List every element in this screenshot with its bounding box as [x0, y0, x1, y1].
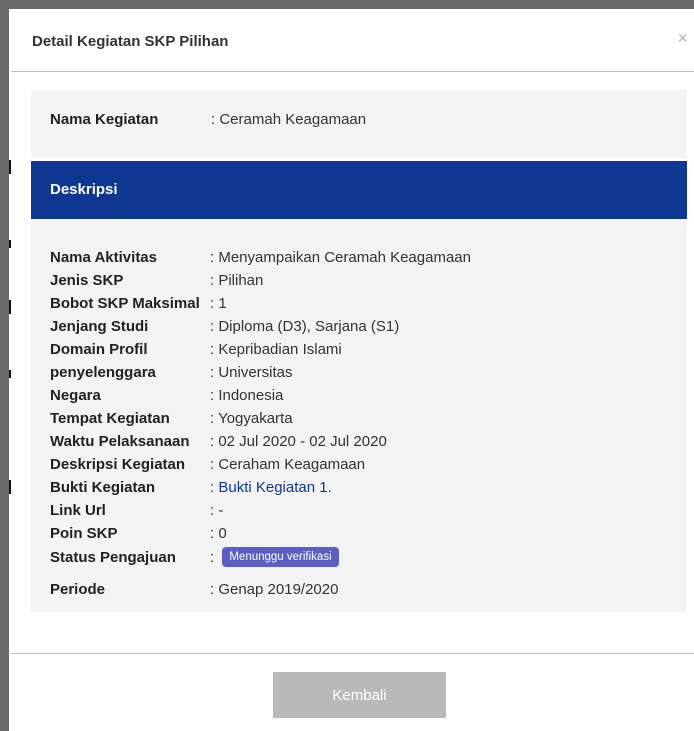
- detail-label: Jenjang Studi: [50, 318, 149, 335]
- detail-value: : Pilihan: [210, 272, 264, 289]
- detail-value: : Universitas: [210, 364, 293, 381]
- detail-label: Deskripsi Kegiatan: [50, 456, 186, 473]
- modal-header: Detail Kegiatan SKP Pilihan ×: [11, 9, 694, 72]
- detail-label: Link Url: [50, 502, 106, 519]
- detail-value: : Menyampaikan Ceramah Keagamaan: [210, 249, 471, 266]
- detail-label: Tempat Kegiatan: [50, 410, 170, 427]
- activity-name-value: : Ceramah Keagamaan: [211, 111, 367, 128]
- modal-title: Detail Kegiatan SKP Pilihan: [32, 33, 229, 50]
- activity-name-box: Nama Kegiatan : Ceramah Keagamaan: [31, 90, 687, 158]
- detail-label: Bukti Kegiatan: [50, 479, 156, 496]
- detail-value: : Bukti Kegiatan 1.: [210, 479, 332, 496]
- detail-value: : -: [210, 502, 224, 519]
- detail-label: Domain Profil: [50, 341, 148, 358]
- backdrop-left: [0, 0, 12, 731]
- detail-label: Poin SKP: [50, 525, 118, 542]
- detail-value: : Diploma (D3), Sarjana (S1): [210, 318, 400, 335]
- detail-value: : Indonesia: [210, 387, 284, 404]
- detail-value: : 02 Jul 2020 - 02 Jul 2020: [210, 433, 387, 450]
- status-badge: Menunggu verifikasi: [222, 547, 339, 567]
- detail-modal: Detail Kegiatan SKP Pilihan × Nama Kegia…: [11, 9, 694, 731]
- backdrop-top: [0, 0, 694, 9]
- detail-label: Jenis SKP: [50, 272, 124, 289]
- detail-value: : Kepribadian Islami: [210, 341, 342, 358]
- detail-label: Bobot SKP Maksimal: [50, 295, 200, 312]
- activity-name-label: Nama Kegiatan: [50, 111, 159, 128]
- description-header: Deskripsi: [31, 161, 687, 219]
- detail-label: Status Pengajuan: [50, 549, 176, 566]
- evidence-link[interactable]: Bukti Kegiatan 1.: [218, 479, 331, 496]
- footer-divider: [11, 653, 694, 654]
- back-button[interactable]: Kembali: [273, 672, 446, 718]
- close-icon[interactable]: ×: [677, 28, 688, 48]
- detail-label: Periode: [50, 581, 106, 598]
- detail-value: : Ceraham Keagamaan: [210, 456, 366, 473]
- detail-label: Waktu Pelaksanaan: [50, 433, 190, 450]
- detail-value: : 1: [210, 295, 227, 312]
- detail-label: Nama Aktivitas: [50, 249, 157, 266]
- detail-label: Negara: [50, 387, 101, 404]
- detail-value: : Menunggu verifikasi: [210, 547, 339, 569]
- detail-value: : Yogyakarta: [210, 410, 293, 427]
- detail-value: : Genap 2019/2020: [210, 581, 339, 598]
- detail-value: : 0: [210, 525, 227, 542]
- description-title: Deskripsi: [50, 181, 118, 198]
- description-body: Nama Aktivitas : Menyampaikan Ceramah Ke…: [31, 219, 687, 613]
- detail-label: penyelenggara: [50, 364, 156, 381]
